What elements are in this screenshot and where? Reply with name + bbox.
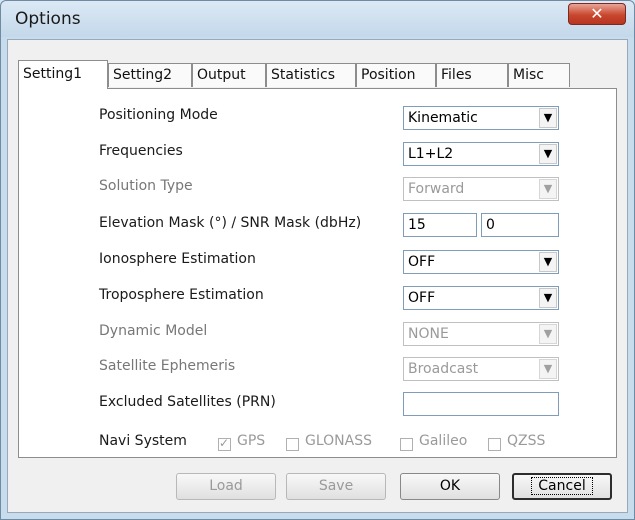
- tab-statistics[interactable]: Statistics: [266, 63, 356, 87]
- frequencies-select[interactable]: L1+L2 ▼: [403, 142, 559, 166]
- tab-position[interactable]: Position: [356, 63, 436, 87]
- chevron-down-icon[interactable]: ▼: [539, 359, 557, 379]
- navi-system-label: Navi System: [99, 433, 187, 449]
- tab-misc[interactable]: Misc: [508, 63, 570, 87]
- ephemeris-value: Broadcast: [408, 361, 479, 377]
- troposphere-value: OFF: [408, 290, 436, 306]
- positioning-mode-label: Positioning Mode: [99, 107, 218, 123]
- gps-label: GPS: [237, 433, 266, 449]
- solution-type-select[interactable]: Forward ▼: [403, 177, 559, 201]
- ok-button[interactable]: OK: [400, 473, 500, 500]
- galileo-label: Galileo: [419, 433, 468, 449]
- ephemeris-label: Satellite Ephemeris: [99, 358, 236, 374]
- snr-mask-input[interactable]: 0: [481, 213, 559, 237]
- chevron-down-icon[interactable]: ▼: [539, 252, 557, 272]
- dynamic-model-value: NONE: [408, 326, 449, 342]
- title-bar[interactable]: Options ✕: [1, 1, 634, 37]
- positioning-mode-value: Kinematic: [408, 110, 478, 126]
- ionosphere-select[interactable]: OFF ▼: [403, 250, 559, 274]
- check-icon: ✓: [219, 436, 230, 450]
- qzss-checkbox[interactable]: [488, 438, 501, 451]
- qzss-label: QZSS: [507, 433, 546, 449]
- ephemeris-select[interactable]: Broadcast ▼: [403, 357, 559, 381]
- ionosphere-label: Ionosphere Estimation: [99, 251, 256, 267]
- ionosphere-value: OFF: [408, 254, 436, 270]
- excluded-sats-input[interactable]: [403, 392, 559, 416]
- positioning-mode-select[interactable]: Kinematic ▼: [403, 106, 559, 130]
- glonass-checkbox[interactable]: [286, 438, 299, 451]
- close-button[interactable]: ✕: [568, 3, 626, 25]
- dynamic-model-label: Dynamic Model: [99, 323, 208, 339]
- dynamic-model-select[interactable]: NONE ▼: [403, 322, 559, 346]
- gps-checkbox[interactable]: ✓: [218, 436, 231, 451]
- cancel-label: Cancel: [531, 477, 593, 495]
- galileo-checkbox[interactable]: [400, 438, 413, 451]
- tab-setting2[interactable]: Setting2: [108, 63, 192, 87]
- tab-output[interactable]: Output: [192, 63, 266, 87]
- glonass-label: GLONASS: [305, 433, 372, 449]
- troposphere-label: Troposphere Estimation: [99, 287, 264, 303]
- troposphere-select[interactable]: OFF ▼: [403, 286, 559, 310]
- solution-type-label: Solution Type: [99, 178, 193, 194]
- cancel-button[interactable]: Cancel: [512, 473, 612, 500]
- chevron-down-icon[interactable]: ▼: [539, 324, 557, 344]
- frequencies-value: L1+L2: [408, 146, 454, 162]
- chevron-down-icon[interactable]: ▼: [539, 179, 557, 199]
- elevation-snr-label: Elevation Mask (°) / SNR Mask (dbHz): [99, 215, 362, 231]
- frequencies-label: Frequencies: [99, 143, 183, 159]
- options-window: Options ✕ Setting1 Setting2 Output Stati…: [0, 0, 635, 520]
- tab-setting1[interactable]: Setting1: [18, 60, 108, 89]
- chevron-down-icon[interactable]: ▼: [539, 144, 557, 164]
- save-button[interactable]: Save: [286, 473, 386, 500]
- solution-type-value: Forward: [408, 181, 465, 197]
- excluded-sats-label: Excluded Satellites (PRN): [99, 394, 276, 410]
- window-title: Options: [15, 9, 81, 29]
- load-button[interactable]: Load: [176, 473, 276, 500]
- dialog-client: Setting1 Setting2 Output Statistics Posi…: [7, 39, 628, 513]
- chevron-down-icon[interactable]: ▼: [539, 108, 557, 128]
- elevation-mask-input[interactable]: 15: [403, 213, 477, 237]
- settings-panel: Positioning Mode Kinematic ▼ Frequencies…: [18, 88, 617, 458]
- chevron-down-icon[interactable]: ▼: [539, 288, 557, 308]
- tab-files[interactable]: Files: [436, 63, 508, 87]
- close-icon: ✕: [590, 4, 604, 23]
